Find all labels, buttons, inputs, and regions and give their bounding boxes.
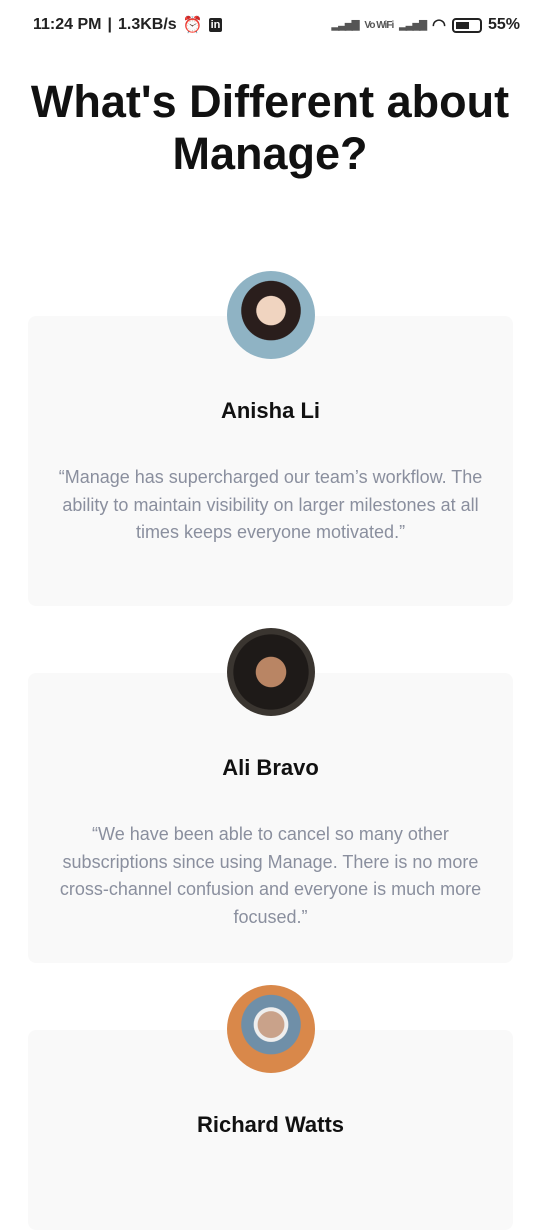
network-speed: 1.3KB/s (117, 16, 177, 33)
wifi-icon: ◠ (432, 17, 446, 34)
testimonial-card: Richard Watts (28, 985, 513, 1230)
linkedin-icon: in (208, 18, 223, 32)
testimonial-name: Anisha Li (220, 398, 320, 423)
page-title: What's Different about Manage? (30, 76, 510, 179)
battery-level: 55% (487, 16, 520, 33)
testimonial-card: Anisha Li “Manage has supercharged our t… (28, 271, 513, 606)
avatar (227, 985, 315, 1073)
vowifi-label: Vo WiFi (364, 19, 394, 31)
alarm-icon: ⏰ (182, 17, 203, 34)
clock: 11:24 PM (33, 16, 102, 33)
testimonial-name: Richard Watts (196, 1112, 345, 1137)
signal-icon-2: ▂▃▅▇ (399, 19, 427, 31)
signal-icon: ▂▃▅▇ (331, 19, 360, 31)
testimonial-name: Ali Bravo (222, 755, 319, 780)
testimonial-quote: “We have been able to cancel so many oth… (59, 824, 482, 927)
avatar (227, 628, 315, 716)
testimonial-quote: “Manage has supercharged our team’s work… (58, 467, 483, 542)
avatar (227, 271, 315, 359)
battery-icon (451, 17, 482, 33)
status-bar: 11:24 PM | 1.3KB/s ⏰ in ▂▃▅▇ Vo WiFi ▂▃▅▇… (33, 16, 520, 34)
testimonial-card: Ali Bravo “We have been able to cancel s… (28, 628, 513, 963)
